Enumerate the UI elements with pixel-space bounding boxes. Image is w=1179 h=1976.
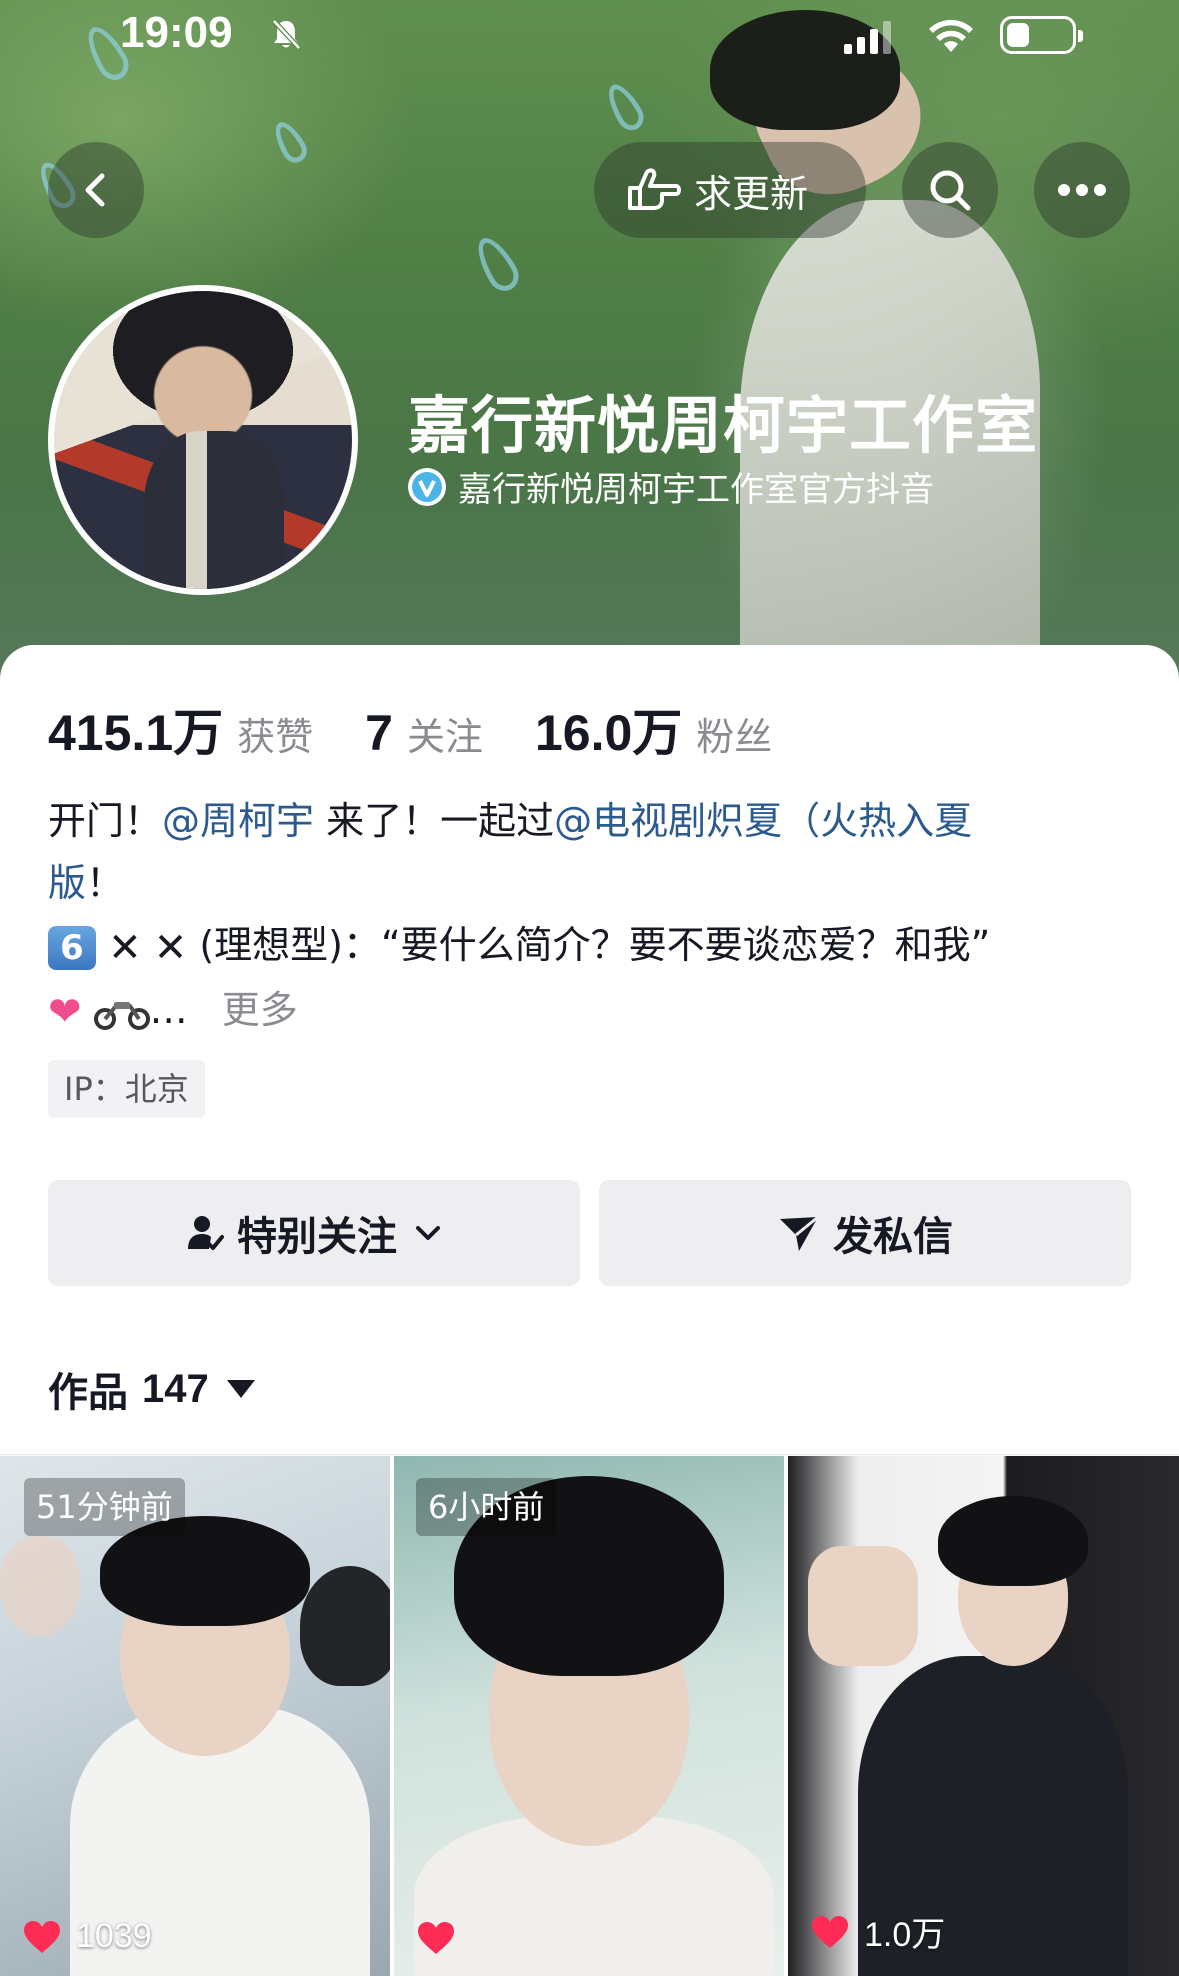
more-dots-icon	[1058, 184, 1106, 196]
profile-stats: 415.1万 获赞 7 关注 16.0万 粉丝	[48, 693, 824, 765]
bio-mention-drama[interactable]: @电视剧炽夏（火热入夏	[554, 799, 972, 843]
profile-header-banner: 19:09 求更新 嘉行新悦周柯宇工作室 嘉行新悦周柯宇工作室官方抖音	[0, 0, 1179, 680]
motorcycle-emoji	[93, 1002, 150, 1030]
send-message-label: 发私信	[833, 1214, 953, 1260]
works-count: 147	[142, 1366, 209, 1411]
verified-text: 嘉行新悦周柯宇工作室官方抖音	[458, 470, 934, 510]
bio-text: 来了！一起过	[314, 799, 555, 843]
ip-location-tag: IP：北京	[48, 1060, 205, 1118]
request-update-label: 求更新	[694, 171, 809, 216]
bio-mention-user[interactable]: @周柯宇	[162, 799, 314, 843]
battery-icon	[1000, 16, 1083, 54]
cross-mark-emoji: ✕	[153, 924, 188, 971]
video-likes-count: 1.0万	[864, 1916, 946, 1954]
back-button[interactable]	[48, 142, 144, 238]
followers-label[interactable]: 粉丝	[696, 706, 772, 761]
verified-row: 嘉行新悦周柯宇工作室官方抖音	[408, 462, 934, 511]
status-time: 19:09	[120, 8, 233, 57]
bio-mention-drama-cont[interactable]: 版	[48, 861, 86, 905]
more-options-button[interactable]	[1034, 142, 1130, 238]
profile-name: 嘉行新悦周柯宇工作室	[408, 389, 1039, 462]
profile-content-card: 415.1万 获赞 7 关注 16.0万 粉丝 开门！@周柯宇 来了！一起过@电…	[0, 645, 1179, 1976]
video-likes	[416, 1920, 470, 1956]
banner-figure	[700, 0, 1060, 680]
wifi-icon	[929, 19, 973, 52]
bio-ellipsis: …	[149, 987, 188, 1032]
chevron-down-icon	[416, 1226, 440, 1240]
special-follow-button[interactable]: 特别关注	[48, 1180, 580, 1286]
video-time-tag: 51分钟前	[24, 1478, 185, 1536]
silent-bell-icon	[272, 19, 301, 50]
request-update-button[interactable]: 求更新	[594, 142, 866, 238]
likes-label: 获赞	[237, 715, 314, 759]
video-tile[interactable]: 6小时前	[394, 1456, 784, 1976]
works-grid: 51分钟前 1039 6小时前 1.0万	[0, 1456, 1179, 1976]
heart-icon	[418, 1922, 454, 1954]
search-button[interactable]	[902, 142, 998, 238]
bio-more-link[interactable]: 更多	[222, 988, 298, 1032]
raindrop-decoration	[601, 78, 649, 136]
video-tile[interactable]: 51分钟前 1039	[0, 1456, 390, 1976]
divider	[0, 1454, 1179, 1455]
bio-text: ！	[86, 861, 125, 905]
special-follow-label: 特别关注	[237, 1214, 397, 1260]
following-label[interactable]: 关注	[407, 706, 483, 761]
video-tile[interactable]: 1.0万	[788, 1456, 1179, 1976]
works-tab[interactable]: 作品 147	[48, 1360, 255, 1418]
cross-mark-emoji: ✕	[108, 924, 142, 971]
video-likes-count: 1039	[76, 1917, 152, 1955]
profile-bio: 开门！@周柯宇 来了！一起过@电视剧炽夏（火热入夏 版！ 6 ✕ ✕ (理想型)…	[48, 790, 1138, 1043]
video-time-tag: 6小时前	[416, 1478, 557, 1536]
raindrop-decoration	[268, 116, 312, 168]
heart-icon	[812, 1915, 848, 1948]
followers-count[interactable]: 16.0万	[535, 693, 682, 765]
likes-count: 415.1万	[48, 705, 224, 761]
pointing-hand-icon	[628, 168, 681, 210]
video-likes: 1039	[22, 1917, 152, 1956]
cellular-signal-icon	[844, 21, 891, 54]
search-icon	[930, 170, 971, 211]
following-count[interactable]: 7	[365, 704, 393, 762]
verified-badge-icon	[408, 467, 446, 506]
profile-avatar[interactable]	[48, 285, 358, 595]
video-likes: 1.0万	[810, 1907, 945, 1956]
send-message-button[interactable]: 发私信	[599, 1180, 1131, 1286]
user-check-icon	[188, 1216, 224, 1250]
keycap-six-emoji: 6	[48, 925, 96, 970]
caret-down-icon	[226, 1380, 255, 1398]
raindrop-decoration	[469, 231, 525, 297]
heart-icon	[24, 1920, 60, 1953]
paper-plane-icon	[780, 1215, 819, 1251]
bio-text: (理想型)：“要什么简介？要不要谈恋爱？和我”	[199, 923, 991, 967]
bio-text: 开门！	[48, 799, 163, 843]
works-label: 作品	[48, 1370, 128, 1416]
chevron-left-icon	[85, 173, 105, 207]
heart-emoji: ❤	[48, 989, 82, 1035]
status-bar: 19:09	[0, 0, 1179, 70]
